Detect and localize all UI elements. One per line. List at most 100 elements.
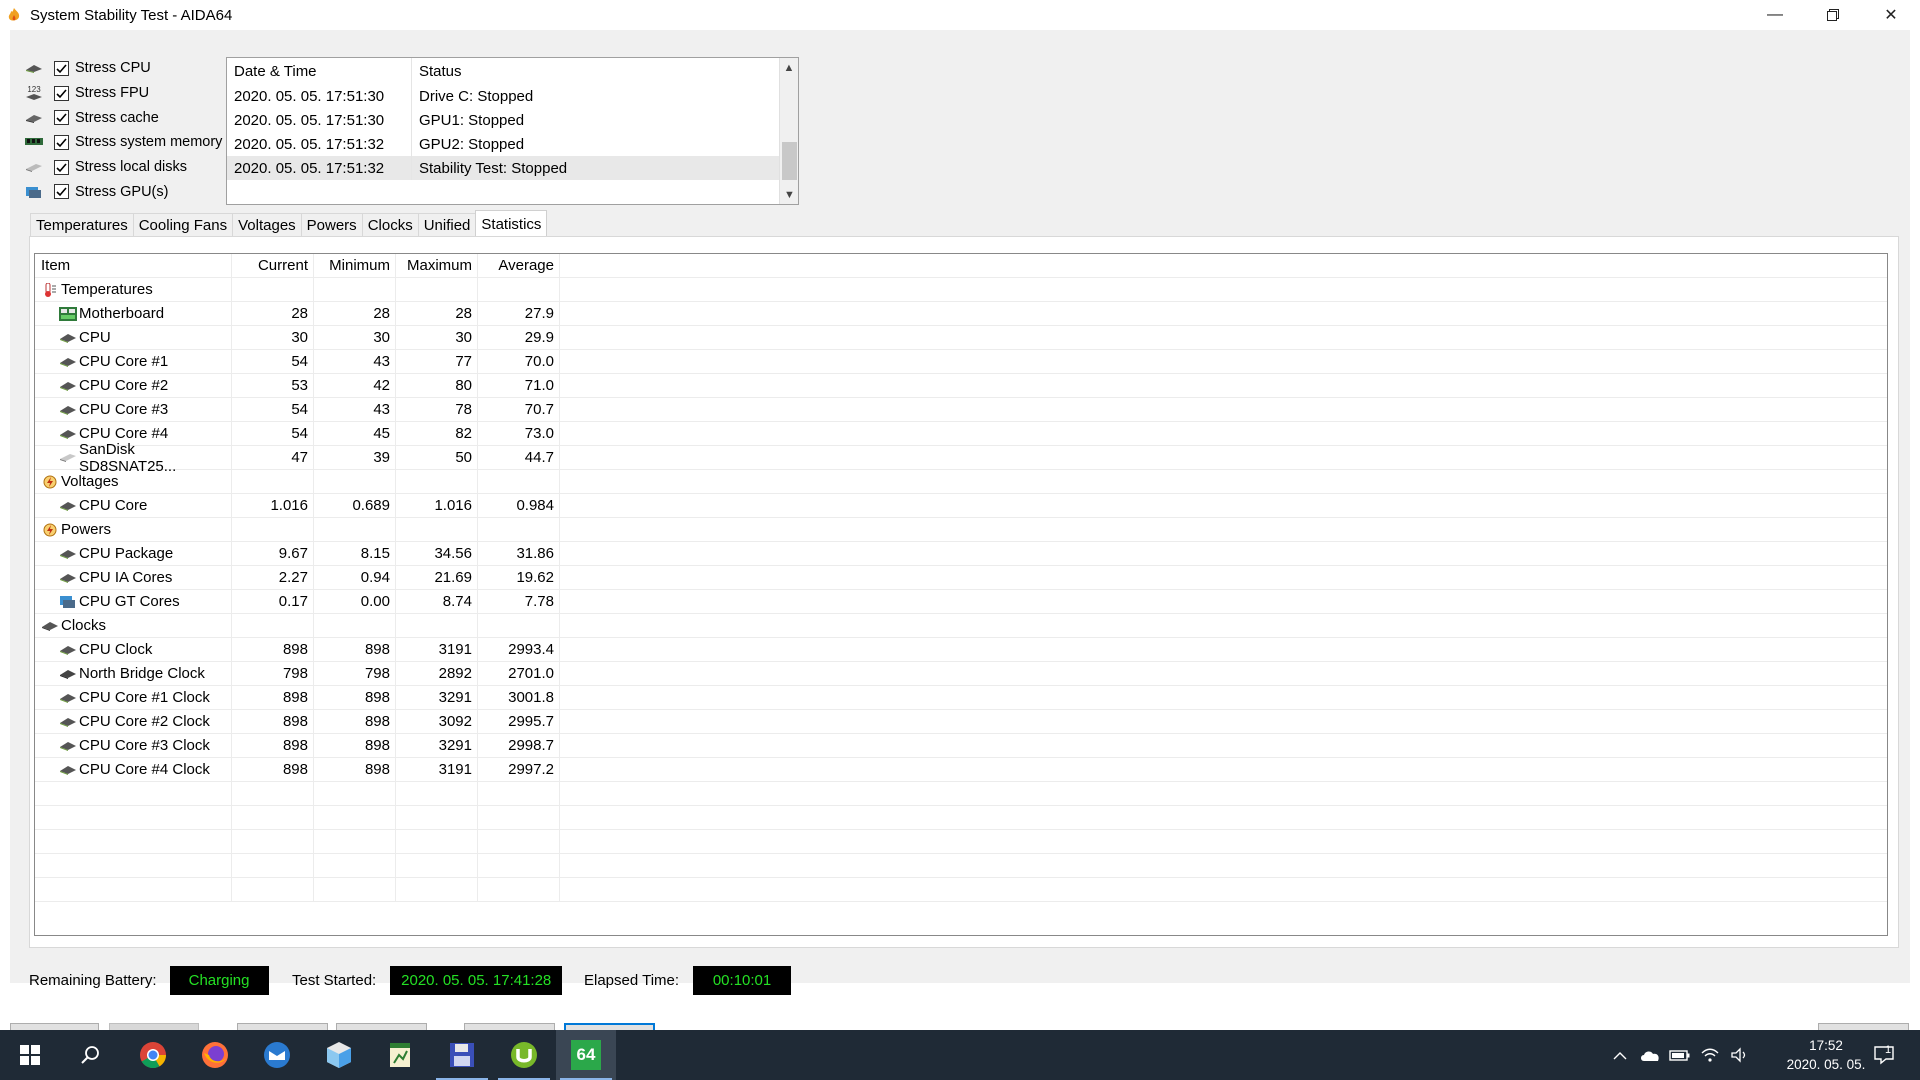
- taskbar-clock[interactable]: 17:52 2020. 05. 05.: [1776, 1036, 1876, 1074]
- elapsed-time-status: Elapsed Time: 00:10:01: [584, 966, 792, 995]
- log-col-status[interactable]: Status: [412, 58, 762, 84]
- restore-icon: [1827, 9, 1839, 21]
- table-row[interactable]: CPU Core #2 Clock 898 898 3092 2995.7: [35, 710, 1887, 734]
- table-group-row[interactable]: Voltages: [35, 470, 1887, 494]
- log-row[interactable]: 2020. 05. 05. 17:51:32 GPU2: Stopped: [227, 132, 798, 156]
- cell-maximum: [396, 614, 478, 637]
- table-group-row[interactable]: Temperatures: [35, 278, 1887, 302]
- scroll-up-arrow-icon[interactable]: ▲: [780, 58, 798, 77]
- stress-cpu-checkbox[interactable]: [54, 60, 69, 76]
- tab-voltages[interactable]: Voltages: [232, 213, 302, 237]
- cell-current: [232, 518, 314, 541]
- cell-average: 71.0: [478, 374, 560, 397]
- chevron-up-icon[interactable]: [1607, 1030, 1633, 1080]
- log-header: Date & Time Status: [227, 58, 798, 84]
- stress-cpu-option[interactable]: Stress CPU: [24, 56, 238, 81]
- cell-minimum: 898: [314, 710, 396, 733]
- empty-row: [35, 878, 1887, 902]
- stress-disks-checkbox[interactable]: [54, 159, 69, 175]
- cell-minimum: 43: [314, 398, 396, 421]
- main-panel: Stress CPU 123 Stress FPU Stress cache S…: [10, 30, 1910, 995]
- tab-unified[interactable]: Unified: [417, 213, 477, 237]
- col-item[interactable]: Item: [35, 254, 232, 277]
- table-row[interactable]: CPU Package 9.67 8.15 34.56 31.86: [35, 542, 1887, 566]
- speaker-icon[interactable]: [1727, 1030, 1753, 1080]
- stress-cache-checkbox[interactable]: [54, 110, 69, 126]
- cloud-icon[interactable]: [1637, 1030, 1663, 1080]
- scroll-down-arrow-icon[interactable]: ▼: [780, 185, 798, 204]
- log-scrollbar[interactable]: ▲ ▼: [779, 58, 798, 204]
- cell-minimum: 39: [314, 446, 396, 469]
- save-disk-icon[interactable]: [432, 1030, 492, 1080]
- tab-cooling-fans[interactable]: Cooling Fans: [132, 213, 234, 237]
- tab-clocks[interactable]: Clocks: [361, 213, 419, 237]
- col-minimum[interactable]: Minimum: [314, 254, 396, 277]
- chrome-icon[interactable]: [123, 1030, 183, 1080]
- log-row[interactable]: 2020. 05. 05. 17:51:32 Stability Test: S…: [227, 156, 798, 180]
- stress-disks-option[interactable]: Stress local disks: [24, 155, 238, 180]
- stress-fpu-option[interactable]: 123 Stress FPU: [24, 81, 238, 106]
- firefox-icon[interactable]: [185, 1030, 245, 1080]
- table-row[interactable]: CPU 30 30 30 29.9: [35, 326, 1887, 350]
- spreadsheet-icon[interactable]: [370, 1030, 430, 1080]
- stress-gpu-checkbox[interactable]: [54, 184, 69, 200]
- table-row[interactable]: CPU Core #1 54 43 77 70.0: [35, 350, 1887, 374]
- table-row[interactable]: SanDisk SD8SNAT25... 47 39 50 44.7: [35, 441, 1887, 475]
- log-col-datetime[interactable]: Date & Time: [227, 58, 412, 84]
- cell-maximum: 3291: [396, 734, 478, 757]
- tab-statistics[interactable]: Statistics: [475, 210, 548, 237]
- empty-row: [35, 830, 1887, 854]
- utorrent-icon[interactable]: [494, 1030, 554, 1080]
- table-row[interactable]: CPU Core #3 Clock 898 898 3291 2998.7: [35, 734, 1887, 758]
- test-started-value: 2020. 05. 05. 17:41:28: [390, 966, 563, 995]
- tab-powers[interactable]: Powers: [300, 213, 363, 237]
- table-row[interactable]: CPU Core #2 53 42 80 71.0: [35, 374, 1887, 398]
- stress-fpu-checkbox[interactable]: [54, 85, 69, 101]
- table-row[interactable]: CPU Core #1 Clock 898 898 3291 3001.8: [35, 686, 1887, 710]
- table-row[interactable]: CPU GT Cores 0.17 0.00 8.74 7.78: [35, 590, 1887, 614]
- table-group-row[interactable]: Clocks: [35, 614, 1887, 638]
- table-row[interactable]: North Bridge Clock 798 798 2892 2701.0: [35, 662, 1887, 686]
- start-button-icon[interactable]: [0, 1030, 60, 1080]
- wifi-icon[interactable]: [1697, 1030, 1723, 1080]
- col-average[interactable]: Average: [478, 254, 560, 277]
- table-group-row[interactable]: Powers: [35, 518, 1887, 542]
- stress-gpu-option[interactable]: Stress GPU(s): [24, 179, 238, 204]
- log-row[interactable]: 2020. 05. 05. 17:51:30 Drive C: Stopped: [227, 84, 798, 108]
- notification-center-icon[interactable]: 1: [1864, 1030, 1904, 1080]
- restore-button[interactable]: [1804, 0, 1862, 30]
- minimize-button[interactable]: —: [1746, 0, 1804, 30]
- cell-minimum: [314, 278, 396, 301]
- table-row[interactable]: Motherboard 28 28 28 27.9: [35, 302, 1887, 326]
- cell-average: 27.9: [478, 302, 560, 325]
- statistics-table[interactable]: Item Current Minimum Maximum Average Tem…: [34, 253, 1888, 936]
- table-row[interactable]: CPU Core #4 Clock 898 898 3191 2997.2: [35, 758, 1887, 782]
- scroll-thumb[interactable]: [782, 142, 797, 180]
- col-maximum[interactable]: Maximum: [396, 254, 478, 277]
- email-client-icon[interactable]: [247, 1030, 307, 1080]
- col-current[interactable]: Current: [232, 254, 314, 277]
- close-window-button[interactable]: ✕: [1862, 0, 1920, 30]
- cell-maximum: 3191: [396, 758, 478, 781]
- status-log[interactable]: Date & Time Status 2020. 05. 05. 17:51:3…: [226, 57, 799, 205]
- stress-memory-option[interactable]: Stress system memory: [24, 130, 238, 155]
- log-row[interactable]: 2020. 05. 05. 17:51:30 GPU1: Stopped: [227, 108, 798, 132]
- table-row[interactable]: CPU Core #3 54 43 78 70.7: [35, 398, 1887, 422]
- cell-item: North Bridge Clock: [35, 662, 232, 685]
- tab-temperatures[interactable]: Temperatures: [30, 213, 134, 237]
- stress-cache-option[interactable]: Stress cache: [24, 105, 238, 130]
- stress-memory-checkbox[interactable]: [54, 134, 69, 150]
- aida64-icon[interactable]: 64: [556, 1030, 616, 1080]
- cell-current: 898: [232, 758, 314, 781]
- table-row[interactable]: CPU IA Cores 2.27 0.94 21.69 19.62: [35, 566, 1887, 590]
- motherboard-icon: [59, 306, 77, 321]
- table-row[interactable]: CPU Core #4 54 45 82 73.0: [35, 422, 1887, 446]
- table-row[interactable]: CPU Core 1.016 0.689 1.016 0.984: [35, 494, 1887, 518]
- box-app-icon[interactable]: [309, 1030, 369, 1080]
- search-icon[interactable]: [60, 1030, 120, 1080]
- battery-icon[interactable]: [1667, 1030, 1693, 1080]
- cell-minimum: 45: [314, 422, 396, 445]
- table-row[interactable]: CPU Clock 898 898 3191 2993.4: [35, 638, 1887, 662]
- cell-item: Powers: [35, 518, 232, 541]
- cell-minimum: [314, 614, 396, 637]
